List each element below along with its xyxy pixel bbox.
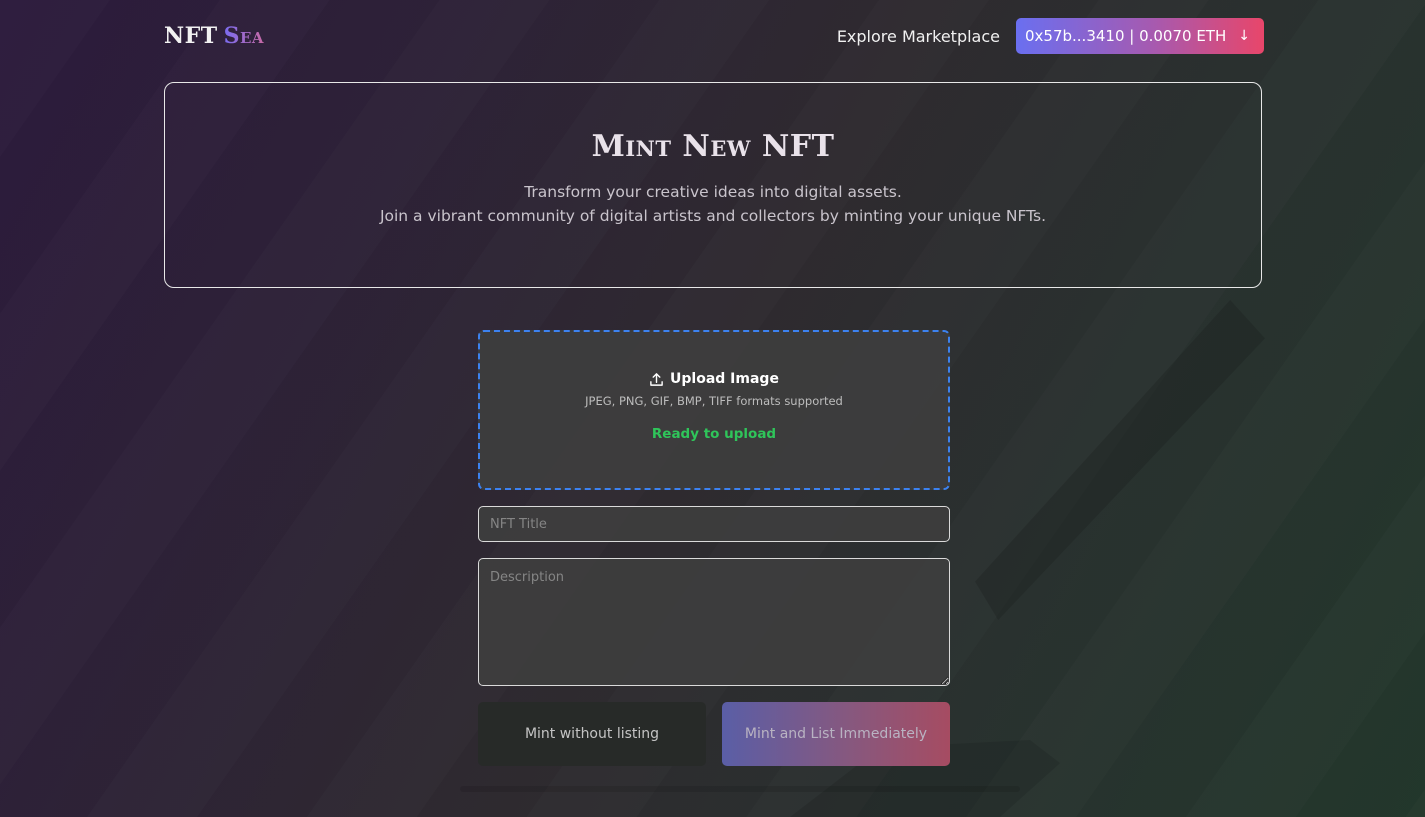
arrow-down-icon: ↓ [1238,28,1250,44]
wallet-button[interactable]: 0x57b...3410 | 0.0070 ETH ↓ [1015,18,1264,54]
nav-menu: Explore Marketplace 0x57b...3410 | 0.007… [837,18,1264,54]
hero-subtitle-line-1: Transform your creative ideas into digit… [524,183,902,201]
background-shadow [460,786,1020,792]
supported-formats-text: JPEG, PNG, GIF, BMP, TIFF formats suppor… [585,394,843,408]
page-title: Mint New NFT [591,129,835,164]
wallet-label: 0x57b...3410 | 0.0070 ETH [1024,27,1227,45]
top-navbar: NFT Sea Explore Marketplace 0x57b...3410 … [164,18,1264,54]
upload-label: Upload Image [670,371,779,387]
description-textarea[interactable] [478,558,950,686]
mint-form: Upload Image JPEG, PNG, GIF, BMP, TIFF f… [478,330,950,766]
mint-and-list-button[interactable]: Mint and List Immediately [722,702,950,766]
site-logo[interactable]: NFT Sea [164,23,264,49]
hero-subtitle-line-2: Join a vibrant community of digital arti… [379,207,1047,225]
hero-panel: Mint New NFT Transform your creative ide… [164,82,1262,288]
mint-without-listing-button[interactable]: Mint without listing [478,702,706,766]
image-upload-dropzone[interactable]: Upload Image JPEG, PNG, GIF, BMP, TIFF f… [478,330,950,490]
nft-title-input[interactable] [478,506,950,542]
action-buttons: Mint without listing Mint and List Immed… [478,702,950,766]
explore-marketplace-link[interactable]: Explore Marketplace [837,27,1000,46]
logo-text-nft: NFT [164,23,218,49]
background-shape [975,300,1265,620]
upload-label-row: Upload Image [480,332,948,387]
upload-icon [650,372,663,386]
upload-status: Ready to upload [651,426,777,442]
logo-text-sea: Sea [223,23,265,49]
